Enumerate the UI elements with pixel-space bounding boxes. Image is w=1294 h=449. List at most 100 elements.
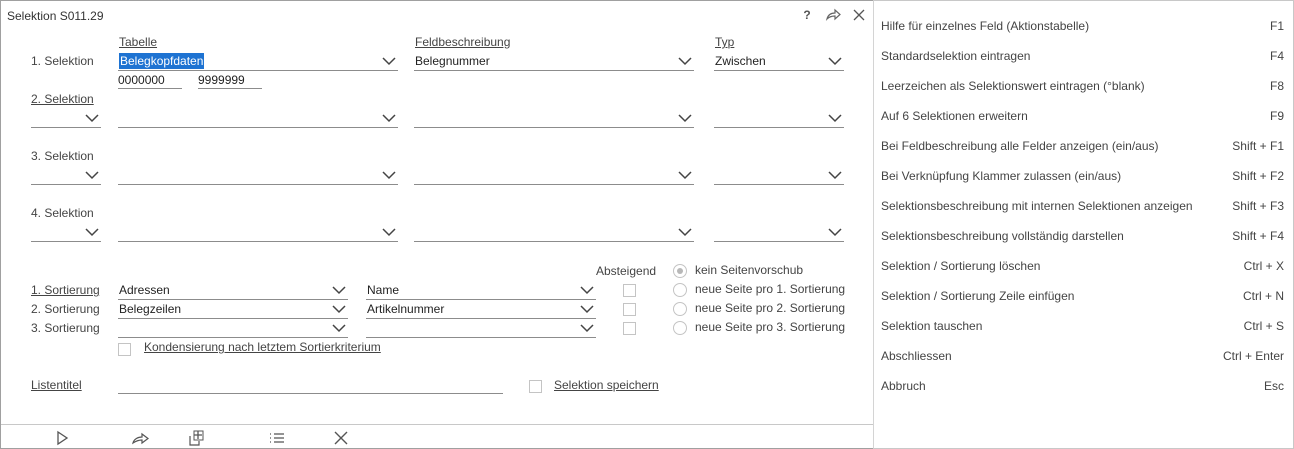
radio-neue-seite-3[interactable] [673,321,687,335]
selection-4-feld-dropdown[interactable] [414,224,694,242]
sort-1-tabelle-dropdown[interactable]: Adressen [118,282,348,300]
help-key: Shift + F3 [1232,199,1284,213]
selection-2-tabelle-dropdown[interactable] [118,110,398,128]
sort-2-tabelle-dropdown[interactable]: Belegzeilen [118,301,348,319]
list-icon[interactable] [268,430,286,446]
help-label: Leerzeichen als Selektionswert eintragen… [881,79,1145,93]
help-key: Ctrl + Enter [1222,349,1284,363]
sort-3-absteigend-checkbox[interactable] [623,322,636,335]
chevron-down-icon [382,56,396,66]
chevron-down-icon [332,304,346,314]
sort-3-tabelle-dropdown[interactable] [118,320,348,338]
selektion-speichern-label[interactable]: Selektion speichern [554,378,659,392]
help-label: Auf 6 Selektionen erweitern [881,109,1028,123]
radio-neue-seite-1-label: neue Seite pro 1. Sortierung [695,282,846,296]
help-row[interactable]: Selektion / Sortierung löschen Ctrl + X [881,259,1284,279]
chevron-down-icon [85,227,99,237]
play-icon[interactable] [53,430,71,446]
radio-kein-seitenvorschub-label: kein Seitenvorschub [695,263,804,277]
help-row[interactable]: Selektionsbeschreibung mit internen Sele… [881,199,1284,219]
selection-2-label[interactable]: 2. Selektion [31,92,94,106]
selection-1-to-input[interactable]: 9999999 [198,73,262,89]
radio-neue-seite-2-label: neue Seite pro 2. Sortierung [695,301,846,315]
selection-1-from-input[interactable]: 0000000 [118,73,182,89]
help-row[interactable]: Selektion tauschen Ctrl + S [881,319,1284,339]
selection-3-feld-dropdown[interactable] [414,167,694,185]
selection-1-typ-value: Zwischen [715,54,766,68]
listentitel-label[interactable]: Listentitel [31,378,82,392]
radio-neue-seite-2[interactable] [673,302,687,316]
help-row[interactable]: Bei Feldbeschreibung alle Felder anzeige… [881,139,1284,159]
help-key: Ctrl + X [1243,259,1284,273]
share-icon[interactable] [131,430,149,446]
chevron-down-icon [382,170,396,180]
help-row[interactable]: Abschliessen Ctrl + Enter [881,349,1284,369]
help-label: Selektionsbeschreibung mit internen Sele… [881,199,1193,213]
selection-2-feld-dropdown[interactable] [414,110,694,128]
chevron-down-icon [678,56,692,66]
sort-2-label: 2. Sortierung [31,302,100,316]
radio-kein-seitenvorschub[interactable] [673,264,687,278]
selection-1-tabelle-dropdown[interactable]: Belegkopfdaten [118,53,398,71]
help-label: Abschliessen [881,349,952,363]
sort-2-feld-dropdown[interactable]: Artikelnummer [366,301,596,319]
help-row[interactable]: Standardselektion eintragen F4 [881,49,1284,69]
selection-2-link-dropdown[interactable] [31,110,101,128]
share-icon[interactable] [825,7,841,23]
selektion-speichern-checkbox[interactable] [529,380,542,393]
sort-3-feld-dropdown[interactable] [366,320,596,338]
close-icon[interactable] [332,430,350,446]
help-row[interactable]: Selektion / Sortierung Zeile einfügen Ctr… [881,289,1284,309]
chevron-down-icon [580,285,594,295]
selection-1-typ-dropdown[interactable]: Zwischen [714,53,844,71]
help-row[interactable]: Auf 6 Selektionen erweitern F9 [881,109,1284,129]
close-icon[interactable] [851,7,867,23]
help-label: Selektion / Sortierung Zeile einfügen [881,289,1075,303]
help-row[interactable]: Abbruch Esc [881,379,1284,399]
sort-1-label[interactable]: 1. Sortierung [31,283,100,297]
help-label: Selektion tauschen [881,319,983,333]
selection-4-link-dropdown[interactable] [31,224,101,242]
sort-1-feld-dropdown[interactable]: Name [366,282,596,300]
selection-2-typ-dropdown[interactable] [714,110,844,128]
kondensierung-checkbox[interactable] [118,343,131,356]
help-label: Abbruch [881,379,926,393]
help-icon[interactable]: ? [799,7,815,23]
help-key: F9 [1269,109,1284,123]
sort-1-absteigend-checkbox[interactable] [623,284,636,297]
selection-4-tabelle-dropdown[interactable] [118,224,398,242]
help-key: Shift + F4 [1232,229,1284,243]
footer-toolbar [1,424,873,449]
selection-3-tabelle-dropdown[interactable] [118,167,398,185]
help-row[interactable]: Selektionsbeschreibung vollständig darst… [881,229,1284,249]
chevron-down-icon [678,170,692,180]
selection-3-link-dropdown[interactable] [31,167,101,185]
col-header-typ: Typ [715,35,735,49]
kondensierung-label[interactable]: Kondensierung nach letztem Sortierkriter… [144,340,381,354]
help-row[interactable]: Bei Verknüpfung Klammer zulassen (ein/au… [881,169,1284,189]
selection-3-typ-dropdown[interactable] [714,167,844,185]
add-row-icon[interactable] [188,430,206,446]
selection-3-label: 3. Selektion [31,149,94,163]
selection-1-label: 1. Selektion [31,54,94,68]
sort-1-feld-value: Name [367,283,400,297]
help-label: Bei Verknüpfung Klammer zulassen (ein/au… [881,169,1122,183]
listentitel-input[interactable] [118,376,503,394]
sort-3-label: 3. Sortierung [31,321,100,335]
chevron-down-icon [828,56,842,66]
sort-2-feld-value: Artikelnummer [367,302,445,316]
chevron-down-icon [678,113,692,123]
sort-2-absteigend-checkbox[interactable] [623,303,636,316]
chevron-down-icon [678,227,692,237]
help-label: Standardselektion eintragen [881,49,1031,63]
chevron-down-icon [828,227,842,237]
help-row[interactable]: Hilfe für einzelnes Feld (Aktionstabelle… [881,19,1284,39]
radio-neue-seite-1[interactable] [673,283,687,297]
selection-4-typ-dropdown[interactable] [714,224,844,242]
absteigend-label: Absteigend [596,264,657,278]
help-key: F1 [1269,19,1284,33]
selection-4-label: 4. Selektion [31,206,94,220]
help-row[interactable]: Leerzeichen als Selektionswert eintragen… [881,79,1284,99]
selection-1-feld-dropdown[interactable]: Belegnummer [414,53,694,71]
chevron-down-icon [580,323,594,333]
